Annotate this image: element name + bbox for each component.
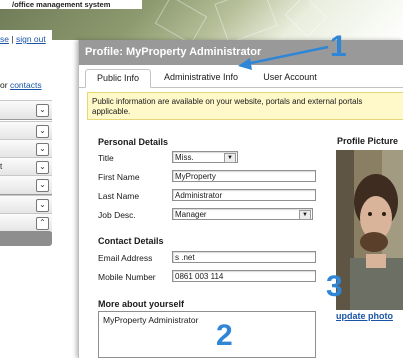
arrow-head-icon — [238, 58, 252, 70]
annotation-2: 2 — [216, 319, 233, 352]
annotation-3: 3 — [326, 270, 343, 303]
annotation-1: 1 — [330, 30, 347, 63]
annotation-arrow — [245, 45, 329, 66]
